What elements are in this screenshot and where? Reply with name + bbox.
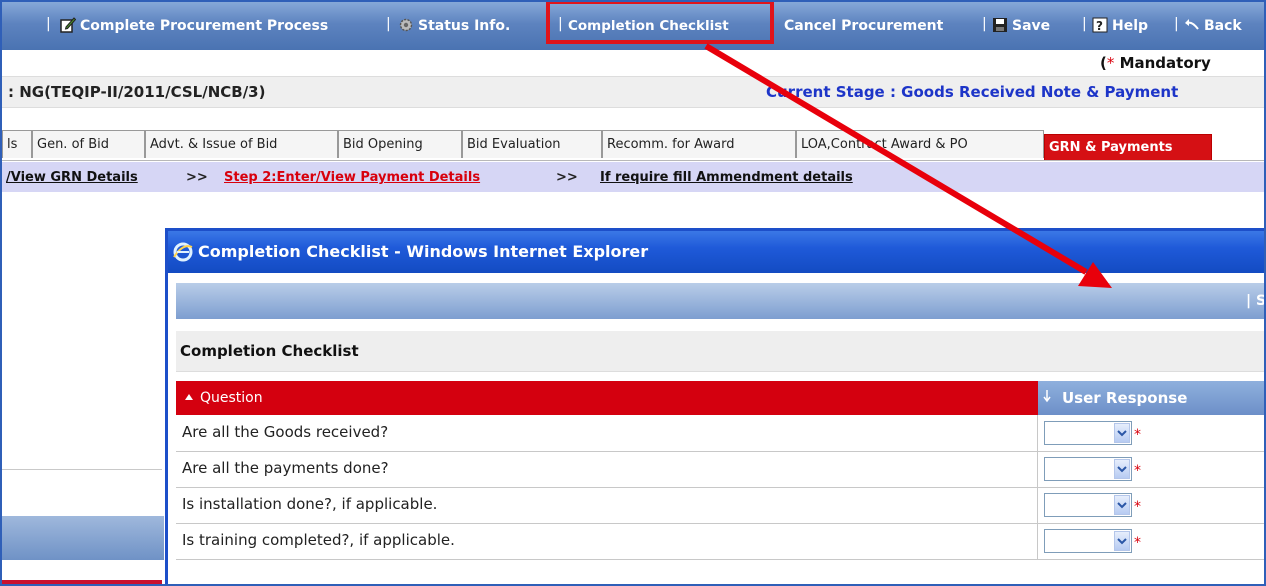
cancel-procurement-label: Cancel Procurement <box>784 18 944 34</box>
back-label: Back <box>1204 18 1242 34</box>
required-star: * <box>1134 499 1141 515</box>
toolbar-separator: | <box>46 16 51 32</box>
complete-process-button[interactable]: Complete Procurement Process <box>60 16 328 39</box>
sort-down-icon <box>1042 389 1052 407</box>
complete-process-label: Complete Procurement Process <box>80 18 329 34</box>
help-button[interactable]: ? Help <box>1092 16 1148 39</box>
response-select[interactable] <box>1044 457 1132 481</box>
sort-up-icon <box>184 390 194 406</box>
toolbar-separator: | <box>1174 16 1179 32</box>
procurement-window: | Complete Procurement Process | Status … <box>0 0 1266 586</box>
save-icon <box>992 17 1008 39</box>
mandatory-prefix: ( <box>1100 54 1107 72</box>
step-grn-link[interactable]: /View GRN Details <box>6 170 138 185</box>
tab-recomm-award[interactable]: Recomm. for Award <box>602 130 796 158</box>
tab-bid-opening[interactable]: Bid Opening <box>338 130 462 158</box>
popup-save-button[interactable]: | Save | <box>1246 293 1264 309</box>
top-toolbar: | Complete Procurement Process | Status … <box>2 2 1264 50</box>
required-star: * <box>1134 427 1141 443</box>
left-panel-footer <box>2 580 162 584</box>
mandatory-text: Mandatory <box>1114 54 1211 72</box>
svg-text:?: ? <box>1096 19 1103 33</box>
help-icon: ? <box>1092 17 1108 39</box>
chevron-down-icon[interactable] <box>1114 423 1130 443</box>
required-star: * <box>1134 535 1141 551</box>
back-button[interactable]: Back <box>1184 16 1242 39</box>
left-panel-header <box>2 516 164 560</box>
cancel-procurement-button[interactable]: Cancel Procurement <box>784 16 943 36</box>
status-info-button[interactable]: Status Info. <box>398 16 510 39</box>
step-navigation: /View GRN Details >> Step 2:Enter/View P… <box>2 162 1264 192</box>
help-label: Help <box>1112 18 1149 34</box>
tab-gen-of-bid[interactable]: Gen. of Bid <box>32 130 145 158</box>
step-amendment-link[interactable]: If require fill Ammendment details <box>600 170 853 185</box>
checklist-heading-bar: Completion Checklist <box>176 331 1264 372</box>
checklist-popup-window: Completion Checklist - Windows Internet … <box>165 228 1264 584</box>
edit-icon <box>60 17 77 39</box>
status-info-label: Status Info. <box>418 18 511 34</box>
table-row: Are all the Goods received? * <box>176 415 1264 452</box>
question-text: Are all the payments done? <box>182 459 389 477</box>
response-column-header[interactable]: User Response <box>1038 381 1264 415</box>
chevron-down-icon[interactable] <box>1114 531 1130 551</box>
question-header-label: Question <box>200 390 263 406</box>
stage-tabs: ls Gen. of Bid Advt. & Issue of Bid Bid … <box>2 128 1264 161</box>
current-stage: Current Stage : Goods Received Note & Pa… <box>766 83 1179 101</box>
popup-title: Completion Checklist - Windows Internet … <box>198 242 649 261</box>
checklist-heading: Completion Checklist <box>180 342 359 360</box>
response-select[interactable] <box>1044 529 1132 553</box>
grid-header: Question User Response <box>176 381 1264 415</box>
gear-icon <box>398 17 414 39</box>
highlight-box <box>546 2 774 44</box>
response-select[interactable] <box>1044 421 1132 445</box>
chevron-down-icon[interactable] <box>1114 459 1130 479</box>
popup-toolbar: | Save | <box>176 283 1264 319</box>
tab-advt-issue[interactable]: Advt. & Issue of Bid <box>145 130 338 158</box>
tab-previous[interactable]: ls <box>2 130 32 158</box>
procurement-reference: : NG(TEQIP-II/2011/CSL/NCB/3) <box>8 83 266 101</box>
required-star: * <box>1134 463 1141 479</box>
step-payment-link[interactable]: Step 2:Enter/View Payment Details <box>224 170 480 185</box>
reference-row: : NG(TEQIP-II/2011/CSL/NCB/3) Current St… <box>2 76 1264 108</box>
question-column-header[interactable]: Question <box>176 381 1038 415</box>
tab-bid-evaluation[interactable]: Bid Evaluation <box>462 130 602 158</box>
toolbar-separator: | <box>386 16 391 32</box>
left-divider <box>2 469 162 470</box>
tab-grn-payments[interactable]: GRN & Payments <box>1044 134 1212 160</box>
question-text: Is training completed?, if applicable. <box>182 531 455 549</box>
ie-icon <box>172 241 194 263</box>
toolbar-separator: | <box>982 16 987 32</box>
table-row: Is installation done?, if applicable. * <box>176 487 1264 524</box>
table-row: Is training completed?, if applicable. * <box>176 523 1264 560</box>
chevron-down-icon[interactable] <box>1114 495 1130 515</box>
question-text: Are all the Goods received? <box>182 423 389 441</box>
response-header-label: User Response <box>1062 389 1188 407</box>
save-button[interactable]: Save <box>992 16 1050 39</box>
step-separator: >> <box>556 170 578 185</box>
tab-loa-contract[interactable]: LOA,Contract Award & PO <box>796 130 1044 158</box>
save-label: Save <box>1012 18 1051 34</box>
response-select[interactable] <box>1044 493 1132 517</box>
step-separator: >> <box>186 170 208 185</box>
mandatory-note: (* Mandatory <box>2 50 1264 76</box>
table-row: Are all the payments done? * <box>176 451 1264 488</box>
back-icon <box>1184 17 1200 39</box>
toolbar-separator: | <box>1082 16 1087 32</box>
popup-titlebar[interactable]: Completion Checklist - Windows Internet … <box>168 231 1264 273</box>
question-text: Is installation done?, if applicable. <box>182 495 438 513</box>
